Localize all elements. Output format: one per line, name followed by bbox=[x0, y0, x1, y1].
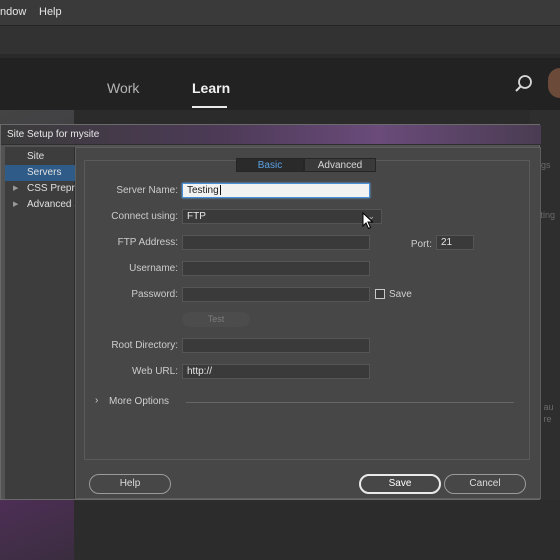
background-bottom-panel bbox=[74, 500, 560, 560]
expand-arrow-icon[interactable]: › bbox=[95, 395, 98, 406]
workspace-bar: Work Learn bbox=[0, 58, 560, 110]
dialog-title-bar[interactable]: Site Setup for mysite bbox=[1, 125, 541, 145]
menu-window[interactable]: ndow bbox=[0, 6, 26, 18]
server-name-input[interactable]: Testing bbox=[182, 183, 370, 198]
avatar[interactable] bbox=[548, 68, 560, 98]
category-servers[interactable]: Servers bbox=[5, 165, 75, 181]
test-button[interactable]: Test bbox=[182, 312, 250, 327]
save-button[interactable]: Save bbox=[359, 474, 441, 494]
mouse-pointer-icon bbox=[362, 212, 374, 230]
web-url-input[interactable]: http:// bbox=[182, 364, 370, 379]
tab-learn[interactable]: Learn bbox=[192, 80, 230, 96]
root-directory-input[interactable] bbox=[182, 338, 370, 353]
web-url-label: Web URL: bbox=[132, 366, 178, 377]
connect-using-value: FTP bbox=[187, 211, 206, 222]
tab-advanced[interactable]: Advanced bbox=[304, 158, 376, 172]
category-label: Site bbox=[27, 151, 45, 162]
dialog-title: Site Setup for mysite bbox=[7, 129, 100, 140]
server-name-label: Server Name: bbox=[116, 185, 178, 196]
port-input[interactable]: 21 bbox=[436, 235, 474, 250]
save-password-label: Save bbox=[389, 289, 412, 300]
connect-using-select[interactable]: FTP ⌄ bbox=[182, 209, 382, 224]
active-tab-indicator bbox=[192, 106, 227, 108]
menu-help[interactable]: Help bbox=[39, 6, 62, 18]
category-label: Servers bbox=[27, 167, 62, 178]
server-settings-panel: Basic Advanced Server Name: Testing Conn… bbox=[75, 147, 541, 499]
server-name-value: Testing bbox=[187, 185, 219, 196]
tab-basic[interactable]: Basic bbox=[236, 158, 304, 172]
toolbar-strip bbox=[0, 26, 560, 54]
category-site[interactable]: Site bbox=[5, 149, 75, 165]
text-caret bbox=[219, 185, 221, 196]
password-label: Password: bbox=[131, 289, 178, 300]
tab-work[interactable]: Work bbox=[107, 80, 139, 96]
more-options-toggle[interactable]: More Options bbox=[109, 396, 169, 407]
help-button[interactable]: Help bbox=[89, 474, 171, 494]
ftp-address-label: FTP Address: bbox=[117, 237, 178, 248]
username-input[interactable] bbox=[182, 261, 370, 276]
menu-bar: ndow Help bbox=[0, 0, 560, 26]
category-css-preprocessors[interactable]: ▶ CSS Preprocessors bbox=[5, 181, 75, 197]
cancel-button[interactable]: Cancel bbox=[444, 474, 526, 494]
category-advanced-settings[interactable]: ▶ Advanced Settings bbox=[5, 197, 75, 213]
root-directory-label: Root Directory: bbox=[111, 340, 178, 351]
divider bbox=[186, 402, 514, 403]
connect-using-label: Connect using: bbox=[111, 211, 178, 222]
port-label: Port: bbox=[410, 239, 432, 250]
site-setup-dialog: Site Setup for mysite Site Servers ▶ CSS… bbox=[0, 124, 541, 500]
settings-box bbox=[84, 160, 530, 460]
save-password-checkbox[interactable] bbox=[375, 289, 385, 299]
category-label: Advanced Settings bbox=[27, 199, 75, 210]
expand-arrow-icon[interactable]: ▶ bbox=[13, 184, 18, 192]
username-label: Username: bbox=[129, 263, 178, 274]
password-input[interactable] bbox=[182, 287, 370, 302]
category-list: Site Servers ▶ CSS Preprocessors ▶ Advan… bbox=[5, 147, 75, 499]
expand-arrow-icon[interactable]: ▶ bbox=[13, 200, 18, 208]
search-icon[interactable] bbox=[514, 74, 534, 94]
